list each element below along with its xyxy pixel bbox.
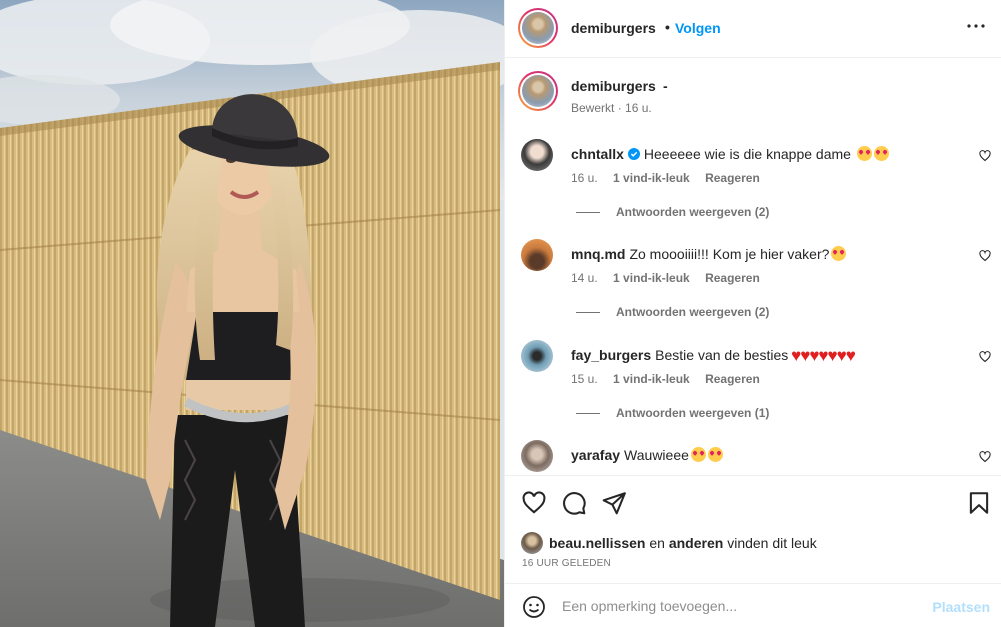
post-photo-illustration — [0, 0, 504, 627]
comment-likes[interactable]: 1 vind-ik-leuk — [613, 271, 690, 285]
comment-time: 15 u. — [571, 372, 598, 386]
author-avatar[interactable] — [518, 8, 558, 48]
comment-body: mnq.md Zo moooiiii!!! Kom je hier vaker? — [571, 245, 961, 263]
edited-label: Bewerkt — [571, 101, 615, 115]
caption-time: 16 u. — [625, 101, 652, 115]
view-replies-label: Antwoorden weergeven (2) — [616, 305, 770, 319]
reply-button[interactable]: Reageren — [705, 171, 760, 185]
comment-body: fay_burgers Bestie van de besties ♥♥♥♥♥♥♥ — [571, 346, 961, 364]
heart-eyes-emoji — [831, 246, 847, 261]
caption-text: - — [663, 78, 668, 94]
likes-summary: beau.nellissen en anderen vinden dit leu… — [521, 532, 817, 554]
comment-text: Zo moooiiii!!! Kom je hier vaker? — [629, 246, 830, 262]
likes-others-link[interactable]: anderen — [669, 535, 723, 551]
comment-username[interactable]: mnq.md — [571, 246, 625, 262]
more-horizontal-icon[interactable] — [964, 14, 988, 38]
author-username[interactable]: demiburgers — [571, 20, 656, 36]
comment-avatar[interactable] — [521, 340, 553, 372]
post-header: demiburgers • Volgen — [505, 0, 1001, 58]
post-comment-button[interactable]: Plaatsen — [932, 599, 990, 615]
view-replies-label: Antwoorden weergeven (2) — [616, 205, 770, 219]
caption-separator: · — [617, 101, 622, 115]
comment-avatar[interactable] — [521, 239, 553, 271]
post-actions: beau.nellissen en anderen vinden dit leu… — [505, 475, 1001, 583]
header-separator: • — [665, 19, 670, 35]
heart-icon[interactable] — [521, 490, 547, 516]
comment-time: 14 u. — [571, 271, 598, 285]
follow-button[interactable]: Volgen — [675, 20, 721, 36]
comment-likes[interactable]: 1 vind-ik-leuk — [613, 372, 690, 386]
reply-button[interactable]: Reageren — [705, 372, 760, 386]
comment-like-heart-icon[interactable] — [979, 250, 991, 262]
reply-button[interactable]: Reageren — [705, 271, 760, 285]
heart-eyes-emoji — [856, 146, 872, 161]
post-photo[interactable] — [0, 0, 504, 627]
heart-eyes-emoji — [707, 447, 723, 462]
view-replies-label: Antwoorden weergeven (1) — [616, 406, 770, 420]
smiley-icon[interactable] — [522, 595, 546, 619]
heart-eyes-emoji — [690, 447, 706, 462]
view-replies-button[interactable]: Antwoorden weergeven (2) — [576, 205, 769, 219]
comment-time: 16 u. — [571, 171, 598, 185]
comment-meta: 14 u. 1 vind-ik-leuk Reageren — [571, 271, 772, 285]
comment-meta: 15 u. 1 vind-ik-leuk Reageren — [571, 372, 772, 386]
comment-username[interactable]: chntallx — [571, 146, 624, 162]
comment-icon[interactable] — [561, 490, 587, 516]
caption-avatar[interactable] — [518, 71, 558, 111]
comment-avatar[interactable] — [521, 440, 553, 472]
paper-plane-icon[interactable] — [601, 490, 627, 516]
comment-body: yarafay Wauwieee — [571, 446, 961, 464]
heart-eyes-emoji — [873, 146, 889, 161]
liker-username[interactable]: beau.nellissen — [549, 535, 645, 551]
comment-meta: 16 u. 1 vind-ik-leuk Reageren — [571, 171, 772, 185]
caption-username[interactable]: demiburgers — [571, 78, 656, 94]
likes-suffix: vinden dit leuk — [727, 535, 817, 551]
post-timestamp[interactable]: 16 UUR GELEDEN — [522, 558, 611, 569]
comment-text: Wauwieee — [624, 447, 689, 463]
bookmark-icon[interactable] — [966, 490, 992, 516]
view-replies-button[interactable]: Antwoorden weergeven (1) — [576, 406, 769, 420]
comment-like-heart-icon[interactable] — [979, 451, 991, 463]
comment-text: Heeeeee wie is die knappe dame — [643, 146, 851, 162]
comment-username[interactable]: yarafay — [571, 447, 620, 463]
comments-scroll-area[interactable]: demiburgers - Bewerkt · 16 u. chntallx He… — [505, 59, 1001, 475]
comment-username[interactable]: fay_burgers — [571, 347, 651, 363]
comment-like-heart-icon[interactable] — [979, 351, 991, 363]
comment-likes[interactable]: 1 vind-ik-leuk — [613, 171, 690, 185]
comment-input[interactable] — [562, 592, 922, 620]
add-comment-bar: Plaatsen — [505, 583, 1001, 627]
red-hearts-emoji: ♥♥♥♥♥♥♥ — [791, 346, 856, 365]
comment-like-heart-icon[interactable] — [979, 150, 991, 162]
likes-conj: en — [649, 535, 665, 551]
comment-body: chntallx Heeeeee wie is die knappe dame — [571, 145, 961, 163]
verified-badge-icon — [627, 148, 640, 160]
comment-text: Bestie van de besties — [655, 347, 789, 363]
post-side-panel: demiburgers • Volgen demiburgers - Bewer… — [504, 0, 1001, 627]
view-replies-button[interactable]: Antwoorden weergeven (2) — [576, 305, 769, 319]
liker-avatar[interactable] — [521, 532, 543, 554]
caption-meta: Bewerkt · 16 u. — [571, 101, 652, 115]
comment-avatar[interactable] — [521, 139, 553, 171]
